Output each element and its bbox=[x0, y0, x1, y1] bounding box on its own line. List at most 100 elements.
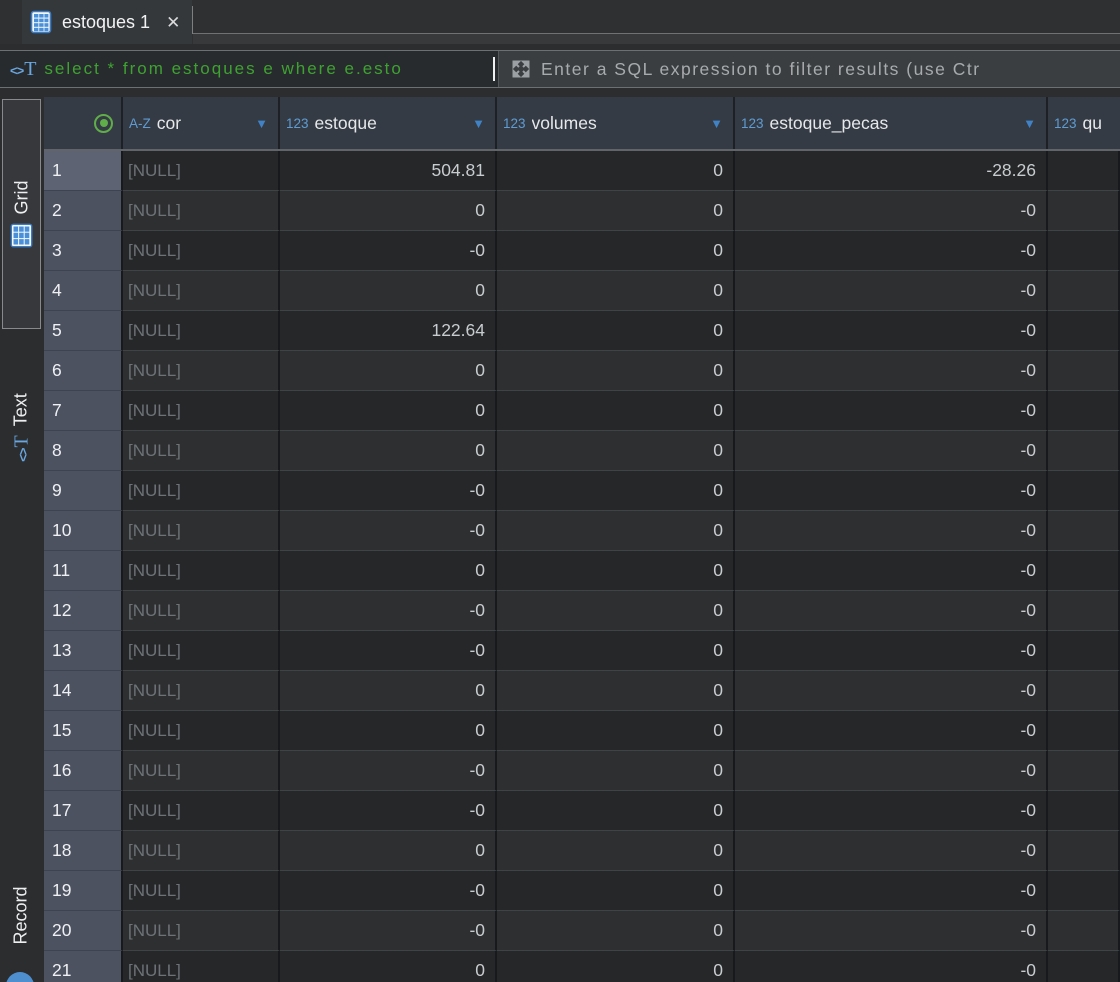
cell-qu[interactable] bbox=[1048, 591, 1120, 631]
cell-qu[interactable] bbox=[1048, 311, 1120, 351]
cell-volumes[interactable]: 0 bbox=[497, 791, 735, 831]
cell-volumes[interactable]: 0 bbox=[497, 191, 735, 231]
cell-estoque-pecas[interactable]: -0 bbox=[735, 791, 1048, 831]
cell-estoque[interactable]: -0 bbox=[280, 871, 497, 911]
cell-qu[interactable] bbox=[1048, 471, 1120, 511]
row-number-cell[interactable]: 9 bbox=[44, 471, 123, 511]
cell-volumes[interactable]: 0 bbox=[497, 151, 735, 191]
cell-cor[interactable]: [NULL] bbox=[123, 911, 280, 951]
sidebar-toggle-record[interactable]: Record bbox=[2, 855, 41, 975]
cell-estoque[interactable]: 0 bbox=[280, 271, 497, 311]
row-indicator-radio-icon[interactable] bbox=[94, 114, 113, 133]
cell-volumes[interactable]: 0 bbox=[497, 591, 735, 631]
cell-estoque[interactable]: -0 bbox=[280, 631, 497, 671]
row-number-cell[interactable]: 14 bbox=[44, 671, 123, 711]
cell-volumes[interactable]: 0 bbox=[497, 551, 735, 591]
cell-volumes[interactable]: 0 bbox=[497, 311, 735, 351]
cell-qu[interactable] bbox=[1048, 511, 1120, 551]
column-dropdown-icon[interactable]: ▼ bbox=[472, 116, 485, 131]
cell-cor[interactable]: [NULL] bbox=[123, 951, 280, 982]
column-header-volumes[interactable]: 123 volumes ▼ bbox=[497, 97, 735, 149]
cell-estoque-pecas[interactable]: -0 bbox=[735, 191, 1048, 231]
cell-qu[interactable] bbox=[1048, 671, 1120, 711]
cell-estoque[interactable]: -0 bbox=[280, 791, 497, 831]
row-number-cell[interactable]: 5 bbox=[44, 311, 123, 351]
cell-estoque-pecas[interactable]: -0 bbox=[735, 351, 1048, 391]
cell-cor[interactable]: [NULL] bbox=[123, 471, 280, 511]
cell-qu[interactable] bbox=[1048, 911, 1120, 951]
cell-estoque-pecas[interactable]: -0 bbox=[735, 751, 1048, 791]
cell-volumes[interactable]: 0 bbox=[497, 871, 735, 911]
cell-qu[interactable] bbox=[1048, 871, 1120, 911]
cell-qu[interactable] bbox=[1048, 391, 1120, 431]
cell-estoque-pecas[interactable]: -0 bbox=[735, 631, 1048, 671]
row-number-cell[interactable]: 3 bbox=[44, 231, 123, 271]
cell-volumes[interactable]: 0 bbox=[497, 271, 735, 311]
column-dropdown-icon[interactable]: ▼ bbox=[1023, 116, 1036, 131]
cell-volumes[interactable]: 0 bbox=[497, 471, 735, 511]
column-header-cor[interactable]: A-Z cor ▼ bbox=[123, 97, 280, 149]
row-number-cell[interactable]: 16 bbox=[44, 751, 123, 791]
column-header-estoque[interactable]: 123 estoque ▼ bbox=[280, 97, 497, 149]
tab-estoques[interactable]: estoques 1 ✕ bbox=[22, 0, 192, 44]
sidebar-tab-grid[interactable]: Grid bbox=[2, 99, 41, 329]
cell-cor[interactable]: [NULL] bbox=[123, 431, 280, 471]
row-number-cell[interactable]: 2 bbox=[44, 191, 123, 231]
cell-cor[interactable]: [NULL] bbox=[123, 751, 280, 791]
row-number-cell[interactable]: 17 bbox=[44, 791, 123, 831]
cell-volumes[interactable]: 0 bbox=[497, 711, 735, 751]
row-number-cell[interactable]: 21 bbox=[44, 951, 123, 982]
column-dropdown-icon[interactable]: ▼ bbox=[710, 116, 723, 131]
cell-cor[interactable]: [NULL] bbox=[123, 671, 280, 711]
row-number-cell[interactable]: 20 bbox=[44, 911, 123, 951]
cell-estoque[interactable]: -0 bbox=[280, 231, 497, 271]
cell-cor[interactable]: [NULL] bbox=[123, 151, 280, 191]
cell-volumes[interactable]: 0 bbox=[497, 511, 735, 551]
cell-qu[interactable] bbox=[1048, 431, 1120, 471]
cell-cor[interactable]: [NULL] bbox=[123, 391, 280, 431]
cell-cor[interactable]: [NULL] bbox=[123, 271, 280, 311]
cell-estoque-pecas[interactable]: -0 bbox=[735, 391, 1048, 431]
cell-estoque[interactable]: -0 bbox=[280, 591, 497, 631]
cell-estoque[interactable]: 504.81 bbox=[280, 151, 497, 191]
sql-filter-input[interactable]: <>T select * from estoques e where e.est… bbox=[0, 51, 499, 87]
cell-qu[interactable] bbox=[1048, 271, 1120, 311]
sidebar-tab-text[interactable]: <>T Text bbox=[2, 347, 41, 507]
cell-estoque-pecas[interactable]: -0 bbox=[735, 471, 1048, 511]
cell-estoque-pecas[interactable]: -0 bbox=[735, 831, 1048, 871]
cell-estoque[interactable]: 0 bbox=[280, 191, 497, 231]
cell-estoque-pecas[interactable]: -0 bbox=[735, 871, 1048, 911]
cell-qu[interactable] bbox=[1048, 551, 1120, 591]
cell-volumes[interactable]: 0 bbox=[497, 631, 735, 671]
cell-estoque[interactable]: -0 bbox=[280, 751, 497, 791]
cell-estoque[interactable]: -0 bbox=[280, 911, 497, 951]
cell-cor[interactable]: [NULL] bbox=[123, 311, 280, 351]
cell-estoque-pecas[interactable]: -0 bbox=[735, 671, 1048, 711]
tab-close-icon[interactable]: ✕ bbox=[166, 14, 180, 31]
row-number-cell[interactable]: 18 bbox=[44, 831, 123, 871]
cell-cor[interactable]: [NULL] bbox=[123, 831, 280, 871]
cell-cor[interactable]: [NULL] bbox=[123, 631, 280, 671]
cell-estoque-pecas[interactable]: -0 bbox=[735, 271, 1048, 311]
row-number-cell[interactable]: 7 bbox=[44, 391, 123, 431]
cell-cor[interactable]: [NULL] bbox=[123, 191, 280, 231]
cell-estoque-pecas[interactable]: -0 bbox=[735, 431, 1048, 471]
cell-estoque-pecas[interactable]: -0 bbox=[735, 711, 1048, 751]
cell-volumes[interactable]: 0 bbox=[497, 431, 735, 471]
cell-qu[interactable] bbox=[1048, 751, 1120, 791]
cell-estoque-pecas[interactable]: -28.26 bbox=[735, 151, 1048, 191]
cell-estoque[interactable]: 122.64 bbox=[280, 311, 497, 351]
row-number-cell[interactable]: 4 bbox=[44, 271, 123, 311]
cell-qu[interactable] bbox=[1048, 791, 1120, 831]
cell-volumes[interactable]: 0 bbox=[497, 911, 735, 951]
cell-qu[interactable] bbox=[1048, 831, 1120, 871]
cell-estoque[interactable]: -0 bbox=[280, 471, 497, 511]
cell-estoque[interactable]: 0 bbox=[280, 831, 497, 871]
cell-volumes[interactable]: 0 bbox=[497, 951, 735, 982]
row-number-cell[interactable]: 1 bbox=[44, 151, 123, 191]
cell-cor[interactable]: [NULL] bbox=[123, 871, 280, 911]
expand-filter-icon[interactable] bbox=[511, 59, 531, 79]
cell-estoque-pecas[interactable]: -0 bbox=[735, 591, 1048, 631]
cell-estoque-pecas[interactable]: -0 bbox=[735, 511, 1048, 551]
cell-qu[interactable] bbox=[1048, 631, 1120, 671]
